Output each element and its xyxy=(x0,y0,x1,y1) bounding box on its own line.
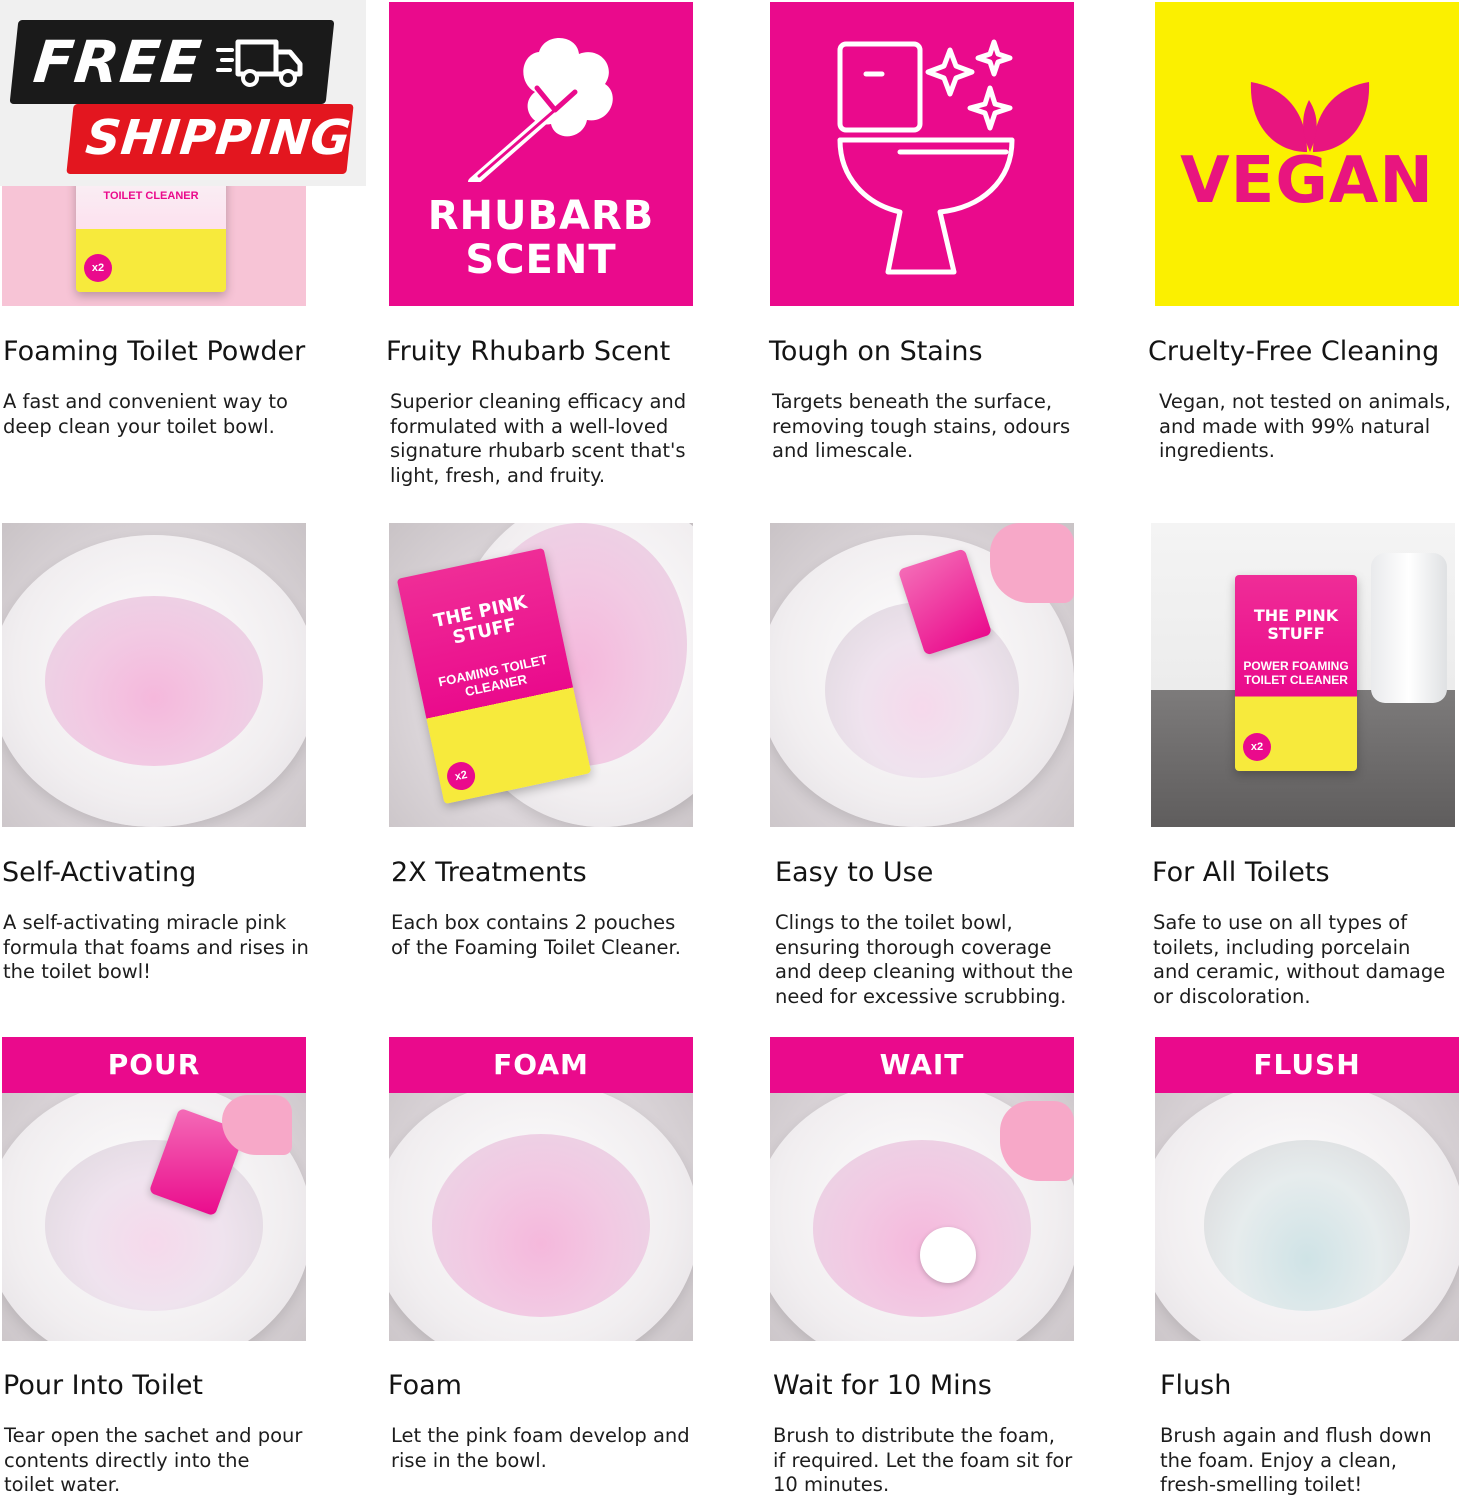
glove-image xyxy=(222,1095,292,1155)
glove-image xyxy=(990,523,1074,603)
rhubarb-scent-tile: RHUBARB SCENT xyxy=(389,2,693,306)
box-product-text: TOILET CLEANER xyxy=(103,190,199,202)
delivery-truck-icon xyxy=(216,39,303,87)
feature-title: Self-Activating xyxy=(2,857,197,888)
pink-foam xyxy=(44,595,264,767)
vegan-text: VEGAN xyxy=(1180,144,1434,218)
pink-foam xyxy=(431,1134,651,1317)
feature-description: Superior cleaning efficacy and formulate… xyxy=(390,390,687,487)
step-pour-tile: POUR xyxy=(2,1037,306,1341)
free-shipping-badge: FREE SHIPPING xyxy=(0,0,366,186)
step-label: FOAM xyxy=(389,1037,693,1093)
feature-title: 2X Treatments xyxy=(391,857,587,888)
step-title: Foam xyxy=(388,1370,462,1401)
rhubarb-icon xyxy=(468,37,613,182)
feature-description: Targets beneath the surface, removing to… xyxy=(772,390,1071,462)
feature-title: Tough on Stains xyxy=(769,336,983,367)
toilet-sparkle-icon xyxy=(837,39,1015,275)
box-product-text: FOAMING TOILET CLEANER xyxy=(437,651,549,700)
step-description: Tear open the sachet and pour contents d… xyxy=(4,1424,303,1496)
feature-title: Cruelty-Free Cleaning xyxy=(1148,336,1440,367)
toilet-brush-holder xyxy=(1371,553,1447,703)
box-count-badge: x2 xyxy=(1243,733,1271,761)
feature-description: A fast and convenient way to deep clean … xyxy=(3,390,288,438)
feature-title: Easy to Use xyxy=(775,857,934,888)
glove-image xyxy=(1000,1101,1074,1181)
box-count-badge: x2 xyxy=(84,254,112,282)
step-title: Wait for 10 Mins xyxy=(773,1370,992,1401)
feature-description: Clings to the toilet bowl, ensuring thor… xyxy=(775,911,1074,1008)
box-brand-text: THE PINK STUFF xyxy=(1253,606,1339,643)
step-description: Let the pink foam develop and rise in th… xyxy=(391,1424,690,1472)
vegan-tile: VEGAN xyxy=(1155,2,1459,306)
step-foam-tile: FOAM xyxy=(389,1037,693,1341)
feature-description: A self-activating miracle pink formula t… xyxy=(3,911,309,983)
feature-title: Fruity Rhubarb Scent xyxy=(386,336,671,367)
box-brand-text: THE PINK STUFF xyxy=(431,591,529,649)
treatments-photo: THE PINK STUFF FOAMING TOILET CLEANER x2 xyxy=(389,523,693,827)
step-label: WAIT xyxy=(770,1037,1074,1093)
rhubarb-scent-text: RHUBARB SCENT xyxy=(427,193,655,283)
step-title: Flush xyxy=(1160,1370,1232,1401)
feature-description: Vegan, not tested on animals, and made w… xyxy=(1159,390,1451,462)
step-label: POUR xyxy=(2,1037,306,1093)
easy-to-use-photo xyxy=(770,523,1074,827)
step-wait-tile: WAIT xyxy=(770,1037,1074,1341)
step-title: Pour Into Toilet xyxy=(3,1370,204,1401)
feature-title: Foaming Toilet Powder xyxy=(3,336,306,367)
product-box-image: THE PINK STUFF POWER FOAMING TOILET CLEA… xyxy=(1235,575,1357,771)
shipping-banner: SHIPPING xyxy=(66,104,354,174)
self-activating-photo xyxy=(2,523,306,827)
step-flush-tile: FLUSH xyxy=(1155,1037,1459,1341)
all-toilets-photo: THE PINK STUFF POWER FOAMING TOILET CLEA… xyxy=(1151,523,1455,827)
step-description: Brush to distribute the foam, if require… xyxy=(773,1424,1073,1496)
box-product-text: POWER FOAMING TOILET CLEANER xyxy=(1243,659,1349,687)
feature-description: Safe to use on all types of toilets, inc… xyxy=(1153,911,1446,1008)
feature-description: Each box contains 2 pouches of the Foami… xyxy=(391,911,681,959)
stains-tile xyxy=(770,2,1074,306)
step-label: FLUSH xyxy=(1155,1037,1459,1093)
box-count-badge: x2 xyxy=(444,759,478,793)
step-description: Brush again and flush down the foam. Enj… xyxy=(1160,1424,1432,1496)
feature-title: For All Toilets xyxy=(1152,857,1330,888)
toilet-water xyxy=(1203,1140,1411,1311)
pink-foam xyxy=(812,1140,1032,1317)
toilet-brush-image xyxy=(920,1227,976,1283)
